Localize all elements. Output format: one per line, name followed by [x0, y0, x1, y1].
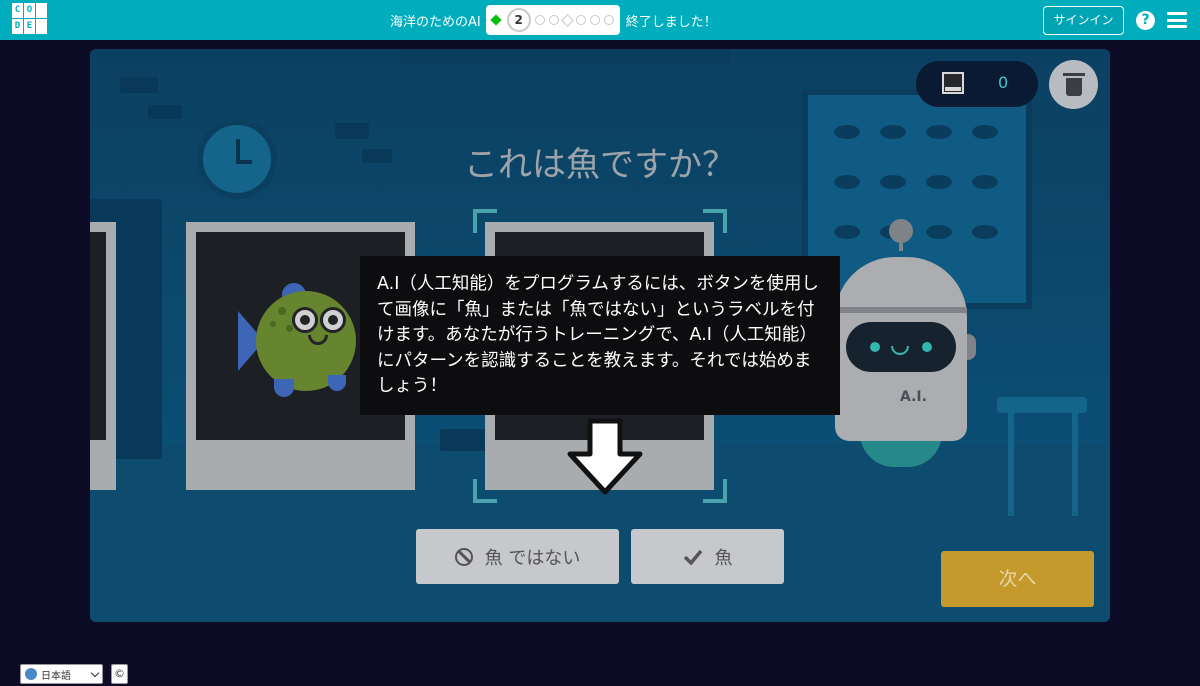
course-title[interactable]: 海洋のためのAI [390, 11, 481, 30]
logo-letter: D [12, 19, 23, 34]
fish-label: 魚 [714, 547, 733, 569]
training-counter: 0 [916, 61, 1038, 107]
not-fish-button[interactable]: 魚 ではない [416, 529, 619, 584]
level-bubble[interactable] [534, 15, 545, 25]
not-fish-label: 魚 ではない [484, 547, 581, 569]
photo-stack-icon [942, 72, 964, 94]
logo-letter: C [12, 3, 23, 18]
instructions-tooltip: A.I（人工知能）をプログラムするには、ボタンを使用して画像に「魚」または「魚で… [360, 256, 840, 415]
copyright-button[interactable]: © [111, 664, 128, 684]
checkmark-icon [683, 549, 702, 565]
trash-icon [1062, 73, 1085, 96]
chevron-down-icon [90, 668, 100, 677]
top-header: C O D E 海洋のためのAI 2 終了しました！ サインイン ? [0, 0, 1200, 40]
fish-button[interactable]: 魚 [631, 529, 784, 584]
logo-letter [36, 19, 47, 34]
level-bubble[interactable] [603, 15, 614, 25]
code-org-logo[interactable]: C O D E [12, 3, 47, 37]
level-bubble[interactable] [589, 15, 600, 25]
completed-level-diamond-icon[interactable] [490, 14, 502, 26]
globe-icon [25, 668, 37, 680]
help-icon[interactable]: ? [1136, 11, 1155, 30]
hamburger-menu-icon[interactable] [1167, 12, 1187, 28]
level-progress-bar: 2 [485, 5, 620, 35]
language-value: 日本語 [41, 670, 71, 682]
level-bubble[interactable] [548, 15, 559, 25]
ban-icon [454, 547, 473, 566]
logo-letter: O [24, 3, 35, 18]
trash-button[interactable] [1049, 60, 1098, 109]
down-arrow-icon [567, 418, 643, 495]
next-button[interactable]: 次へ [941, 551, 1094, 607]
logo-letter: E [24, 19, 35, 34]
progress-area: 海洋のためのAI 2 終了しました！ [390, 5, 717, 35]
current-level-bubble[interactable]: 2 [506, 8, 531, 32]
logo-letter [36, 3, 47, 18]
finished-link[interactable]: 終了しました！ [626, 11, 717, 30]
level-bubble[interactable] [575, 15, 586, 25]
signin-button[interactable]: サインイン [1043, 6, 1124, 35]
counter-value: 0 [998, 73, 1009, 92]
level-diamond[interactable] [560, 13, 574, 27]
language-select[interactable]: 日本語 [20, 664, 103, 684]
